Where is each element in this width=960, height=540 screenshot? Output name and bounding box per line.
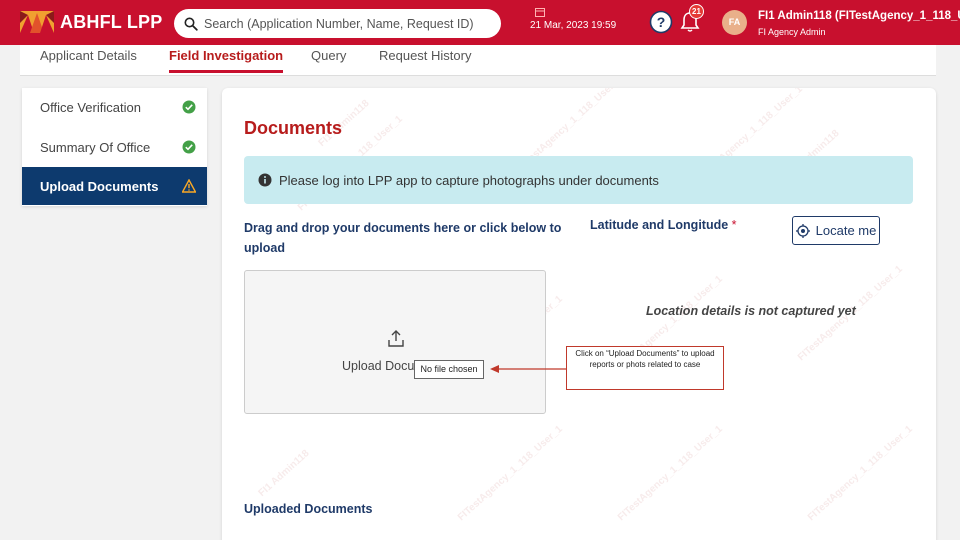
file-tooltip: No file chosen [414, 360, 484, 379]
sidebar-item-office-verification[interactable]: Office Verification [22, 88, 207, 126]
watermark: FITestAgency_1_118_User_1 [615, 423, 725, 524]
info-message: Please log into LPP app to capture photo… [279, 172, 659, 188]
documents-title: Documents [244, 118, 343, 138]
tab-query[interactable]: Query [311, 48, 346, 70]
upload-documents-label: Upload Docu [342, 359, 415, 373]
abhfl-logo-icon [20, 11, 54, 33]
user-role: FI Agency Admin [758, 27, 826, 37]
notification-count-badge: 21 [689, 4, 704, 19]
tab-field-investigation[interactable]: Field Investigation [169, 48, 284, 73]
tab-request-history[interactable]: Request History [379, 48, 471, 70]
sidebar-item-label: Upload Documents [40, 178, 159, 194]
calendar-icon [535, 8, 545, 17]
warning-icon [182, 179, 196, 193]
latlng-label: Latitude and Longitude * [590, 218, 737, 232]
avatar[interactable]: FA [722, 10, 747, 35]
check-circle-icon [182, 140, 196, 154]
watermark: FITestAgency_1_118_User_1 [455, 423, 565, 524]
watermark: FI1 Admin118 [256, 447, 312, 500]
locate-icon [795, 223, 810, 238]
uploaded-documents-title: Uploaded Documents [244, 502, 373, 516]
search-input[interactable] [204, 16, 494, 31]
documents-card: FI1 Admin118 FITestAgency_1_118_User_1 F… [222, 88, 936, 540]
date-display: 21 Mar, 2023 19:59 [530, 7, 616, 31]
sidebar-item-label: Summary Of Office [40, 139, 151, 155]
drop-instructions: Drag and drop your documents here or cli… [244, 221, 562, 255]
user-name[interactable]: FI1 Admin118 (FITestAgency_1_118_Use [758, 10, 960, 22]
check-circle-icon [182, 100, 196, 114]
callout-arrow-icon [490, 365, 568, 373]
latlng-label-text: Latitude and Longitude [590, 218, 729, 232]
help-icon[interactable]: ? [649, 10, 673, 34]
sidebar-item-upload-documents[interactable]: Upload Documents [22, 167, 207, 205]
search-icon [184, 17, 198, 31]
locate-me-button[interactable]: Locate me [792, 216, 880, 245]
svg-text:?: ? [657, 14, 666, 30]
watermark: FITestAgency_1_118_User_1 [805, 423, 915, 524]
sidebar-item-summary-of-office[interactable]: Summary Of Office [22, 128, 207, 166]
info-icon [258, 173, 272, 187]
search-bar[interactable] [174, 9, 501, 38]
location-empty-message: Location details is not captured yet [646, 304, 856, 318]
instruction-callout: Click on “Upload Documents” to upload re… [566, 346, 724, 390]
section-sidebar: Office Verification Summary Of Office Up… [22, 88, 207, 206]
tab-bar: Applicant Details Field Investigation Qu… [20, 45, 936, 76]
sidebar-item-label: Office Verification [40, 99, 141, 115]
top-bar: ABHFL LPP 21 Mar, 2023 19:59 ? 21 FA FI1… [0, 0, 960, 45]
required-marker: * [731, 218, 737, 232]
info-banner: Please log into LPP app to capture photo… [244, 156, 913, 204]
tab-applicant-details[interactable]: Applicant Details [40, 48, 137, 70]
brand-name: ABHFL LPP [60, 12, 163, 32]
upload-dropzone[interactable]: Upload Docu [244, 270, 546, 414]
locate-me-label: Locate me [815, 223, 877, 238]
upload-icon [388, 330, 404, 347]
date-text: 21 Mar, 2023 19:59 [530, 20, 617, 31]
